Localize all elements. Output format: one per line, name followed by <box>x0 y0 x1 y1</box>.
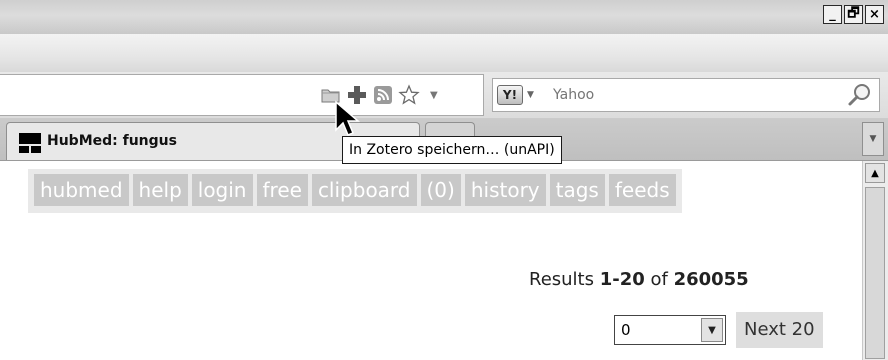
nav-login[interactable]: login <box>191 174 253 206</box>
vertical-scrollbar[interactable]: ▲ <box>862 161 888 360</box>
nav-tags[interactable]: tags <box>549 174 605 206</box>
select-chevron-down-icon[interactable]: ▼ <box>701 318 723 342</box>
close-button[interactable]: × <box>865 5 884 24</box>
search-bar: Y! ▼ <box>492 78 880 112</box>
rss-feed-icon[interactable] <box>372 84 394 106</box>
bookmark-star-icon[interactable] <box>398 84 420 106</box>
search-engine-selector[interactable]: Y! ▼ <box>497 83 547 107</box>
hubmed-favicon-icon <box>19 133 41 153</box>
results-of: of <box>644 269 674 290</box>
results-summary: Results 1-20 of 260055 <box>529 269 749 290</box>
page-content: hubmed help login free clipboard (0) his… <box>0 161 862 360</box>
window-controls: _ 🗗 × <box>823 5 884 24</box>
pager: 0 ▼ Next 20 <box>614 312 823 348</box>
tab-list-chevron-down-icon[interactable]: ▼ <box>862 122 884 156</box>
window-title-bar: _ 🗗 × <box>0 0 888 34</box>
nav-hubmed[interactable]: hubmed <box>34 174 129 206</box>
nav-feeds[interactable]: feeds <box>608 174 676 206</box>
scroll-up-icon[interactable]: ▲ <box>865 163 885 183</box>
page-select-value: 0 <box>621 321 631 339</box>
tab-title: HubMed: fungus <box>47 133 177 149</box>
nav-clipboard-count[interactable]: (0) <box>420 174 461 206</box>
next-page-button[interactable]: Next 20 <box>736 312 823 348</box>
search-input[interactable] <box>553 85 823 105</box>
magnifier-icon[interactable] <box>847 82 873 108</box>
chevron-down-icon[interactable]: ▼ <box>430 90 438 101</box>
zotero-tooltip: In Zotero speichern… (unAPI) <box>342 136 562 164</box>
menu-band <box>0 34 888 73</box>
mouse-pointer-icon <box>334 100 362 138</box>
results-total: 260055 <box>673 269 749 290</box>
scroll-thumb[interactable] <box>865 187 885 359</box>
results-range: 1-20 <box>599 269 645 290</box>
results-prefix: Results <box>529 269 600 290</box>
nav-help[interactable]: help <box>132 174 188 206</box>
maximize-button[interactable]: 🗗 <box>844 5 863 24</box>
page-select[interactable]: 0 ▼ <box>614 315 726 345</box>
nav-history[interactable]: history <box>464 174 546 206</box>
nav-free[interactable]: free <box>256 174 308 206</box>
yahoo-logo-icon: Y! <box>497 85 523 105</box>
minimize-button[interactable]: _ <box>823 5 842 24</box>
hubmed-nav: hubmed help login free clipboard (0) his… <box>28 169 682 213</box>
url-bar[interactable]: ▼ <box>0 74 484 116</box>
engine-chevron-down-icon: ▼ <box>527 90 534 100</box>
navigation-toolbar: ▼ Y! ▼ <box>0 72 888 118</box>
nav-clipboard[interactable]: clipboard <box>311 174 417 206</box>
